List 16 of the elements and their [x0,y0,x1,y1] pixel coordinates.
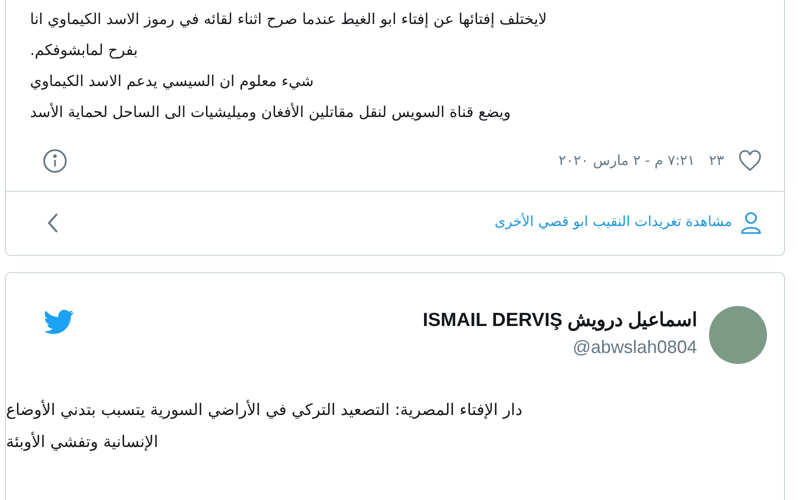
tweet-text: شيء معلوم ان السيسي يدعم الاسد الكيماوي [30,71,314,92]
person-icon [740,210,762,234]
tweet-text: بفرح لمابشوفكم. [30,40,138,61]
tweet-text: دار الإفتاء المصرية: التصعيد التركي في الأراضي السورية يتسبب بتدني الأوضاع [6,398,522,421]
heart-icon[interactable] [738,150,762,172]
tweet-text: ويضع قناة السويس لنقل مقاتلين الأفغان وميليشيات الى الساحل لحماية الأسد [30,102,511,123]
more-tweets-link[interactable]: مشاهدة تغريدات النقيب ابو قصي الأخرى [494,212,732,233]
tweet-timestamp[interactable]: ٧:٢١ م - ٢ مارس ٢٠٢٠ [558,150,695,172]
tweet-text: لايختلف إفتائها عن إفتاء ابو الغيط عندما صرح اثناء لقائه في رموز الاسد الكيماوي انا [30,9,547,30]
info-icon[interactable] [42,148,68,174]
display-name[interactable]: اسماعيل درويش ISMAIL DERVIŞ [422,308,697,334]
bird-icon[interactable] [44,309,74,335]
like-count: ٢٣ [708,152,724,170]
chevron-left-icon[interactable] [46,212,60,234]
user-handle[interactable]: @abwslah0804 [572,334,697,360]
tweet-text: الإنسانية وتفشي الأوبئة [6,430,158,453]
